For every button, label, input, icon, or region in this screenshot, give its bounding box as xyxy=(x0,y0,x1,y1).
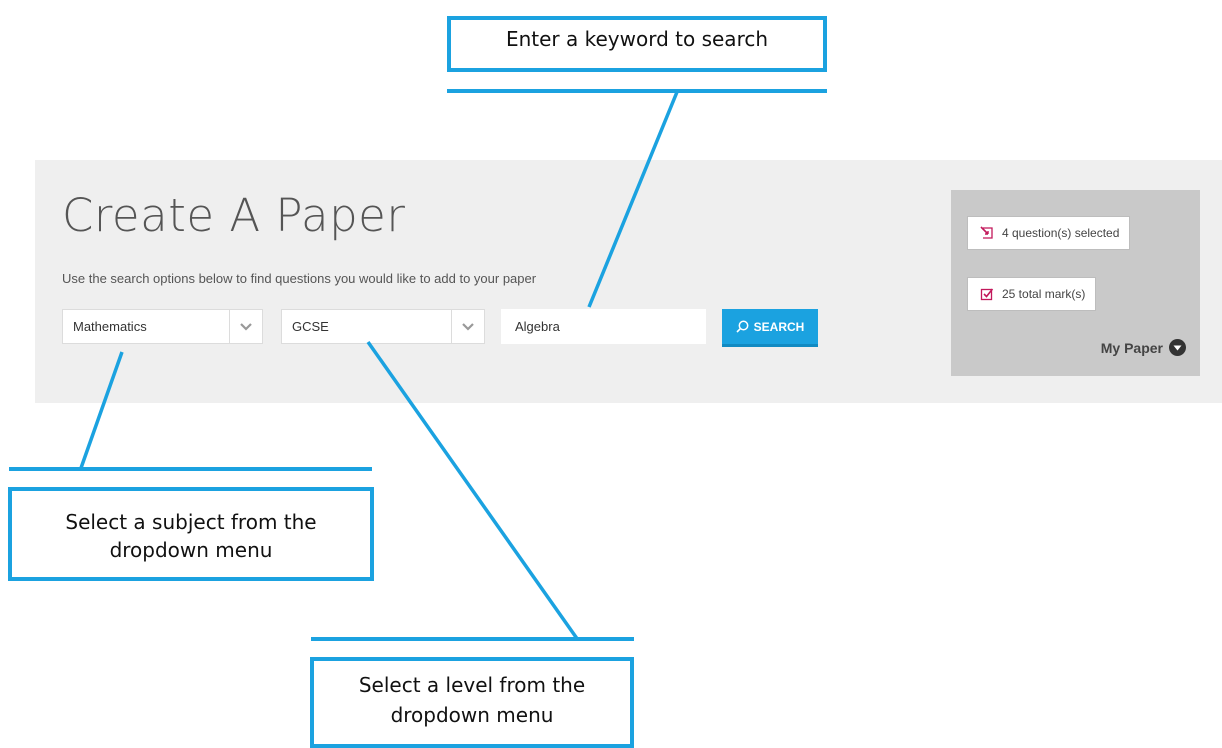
subject-callout-line1: Select a subject from the xyxy=(65,510,317,534)
level-leader-line xyxy=(366,340,580,642)
subject-leader-line xyxy=(79,351,124,469)
level-callout-line1: Select a level from the xyxy=(358,673,586,697)
keyword-callout: Enter a keyword to search xyxy=(447,16,827,72)
annotation-leader-lines xyxy=(79,91,679,642)
keyword-callout-text: Enter a keyword to search xyxy=(505,27,769,51)
level-callout: Select a level from the dropdown menu xyxy=(310,657,634,748)
level-callout-line2: dropdown menu xyxy=(390,703,554,727)
keyword-callout-underline xyxy=(447,89,827,93)
subject-callout-line2: dropdown menu xyxy=(109,538,273,562)
level-callout-underline xyxy=(311,637,634,641)
subject-callout-underline xyxy=(9,467,372,471)
keyword-leader-line xyxy=(587,91,679,308)
subject-callout: Select a subject from the dropdown menu xyxy=(8,487,374,581)
